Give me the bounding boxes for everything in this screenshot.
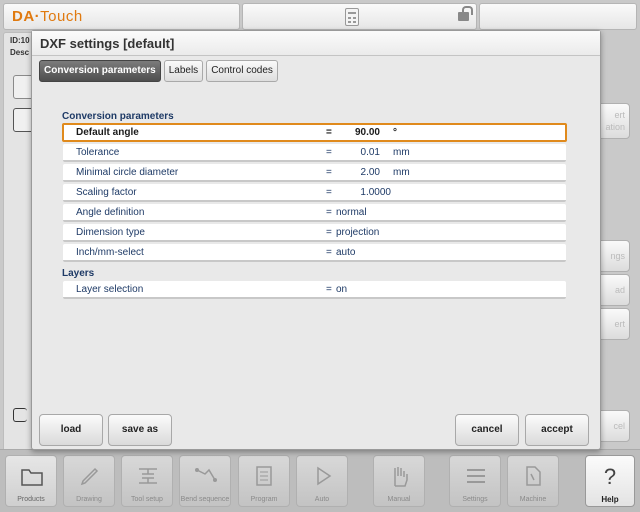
nav-auto[interactable]: Auto [296, 455, 348, 507]
top-right-box [479, 3, 637, 30]
top-bar: DA·Touch [0, 0, 640, 30]
tab-conversion-parameters[interactable]: Conversion parameters [39, 60, 161, 82]
tab-bar: Conversion parameters Labels Control cod… [39, 60, 278, 82]
param-row-inch-mm-select[interactable]: Inch/mm-select = auto [63, 244, 566, 262]
tab-labels[interactable]: Labels [163, 60, 204, 82]
section-layers-heading: Layers [62, 268, 95, 279]
product-desc: Desc [10, 48, 30, 57]
nav-tool-setup[interactable]: Tool setup [121, 455, 173, 507]
left-panel: ID:10 Desc [3, 32, 37, 472]
accept-button[interactable]: accept [525, 414, 589, 446]
dialog-title: DXF settings [default] [32, 31, 600, 56]
cancel-button[interactable]: cancel [455, 414, 519, 446]
dxf-settings-dialog: DXF settings [default] Conversion parame… [31, 30, 601, 450]
param-row-minimal-circle-diameter[interactable]: Minimal circle diameter = 2.00 mm [63, 164, 566, 182]
help-icon: ? [603, 464, 617, 489]
tab-control-codes[interactable]: Control codes [206, 60, 278, 82]
nav-drawing[interactable]: Drawing [63, 455, 115, 507]
param-row-angle-definition[interactable]: Angle definition = normal [63, 204, 566, 222]
nav-program[interactable]: Program [238, 455, 290, 507]
product-id: ID:10 [10, 36, 30, 45]
nav-bend-sequence[interactable]: Bend sequence [179, 455, 231, 507]
play-icon [317, 466, 332, 486]
pencil-icon [80, 467, 99, 486]
param-row-dimension-type[interactable]: Dimension type = projection [63, 224, 566, 242]
logo-da: DA [12, 8, 35, 25]
param-row-scaling-factor[interactable]: Scaling factor = 1.0000 [63, 184, 566, 202]
lock-icon[interactable] [458, 6, 473, 21]
logo-touch: Touch [40, 8, 83, 25]
machine-icon [526, 466, 541, 486]
corner-bracket-icon [13, 408, 27, 422]
logo: DA·Touch [3, 3, 240, 30]
bottom-nav: Products Drawing Tool setup Bend sequenc… [0, 449, 640, 512]
status-box [242, 3, 477, 30]
nav-manual[interactable]: Manual [373, 455, 425, 507]
load-button[interactable]: load [39, 414, 103, 446]
save-as-button[interactable]: save as [108, 414, 172, 446]
program-icon [256, 466, 272, 486]
nav-machine[interactable]: Machine [507, 455, 559, 507]
settings-icon [467, 469, 485, 483]
hand-icon [394, 467, 408, 487]
nav-settings[interactable]: Settings [449, 455, 501, 507]
tool-icon [139, 468, 157, 484]
bend-icon [195, 468, 217, 482]
nav-products[interactable]: Products [5, 455, 57, 507]
nav-help[interactable]: ? Help [585, 455, 635, 507]
param-row-tolerance[interactable]: Tolerance = 0.01 mm [63, 144, 566, 162]
folder-icon [21, 469, 43, 486]
section-conversion-heading: Conversion parameters [62, 111, 174, 122]
param-row-layer-selection[interactable]: Layer selection = on [63, 281, 566, 299]
param-row-default-angle[interactable]: Default angle = 90.00 ° [62, 123, 567, 142]
calculator-icon[interactable] [345, 8, 359, 26]
